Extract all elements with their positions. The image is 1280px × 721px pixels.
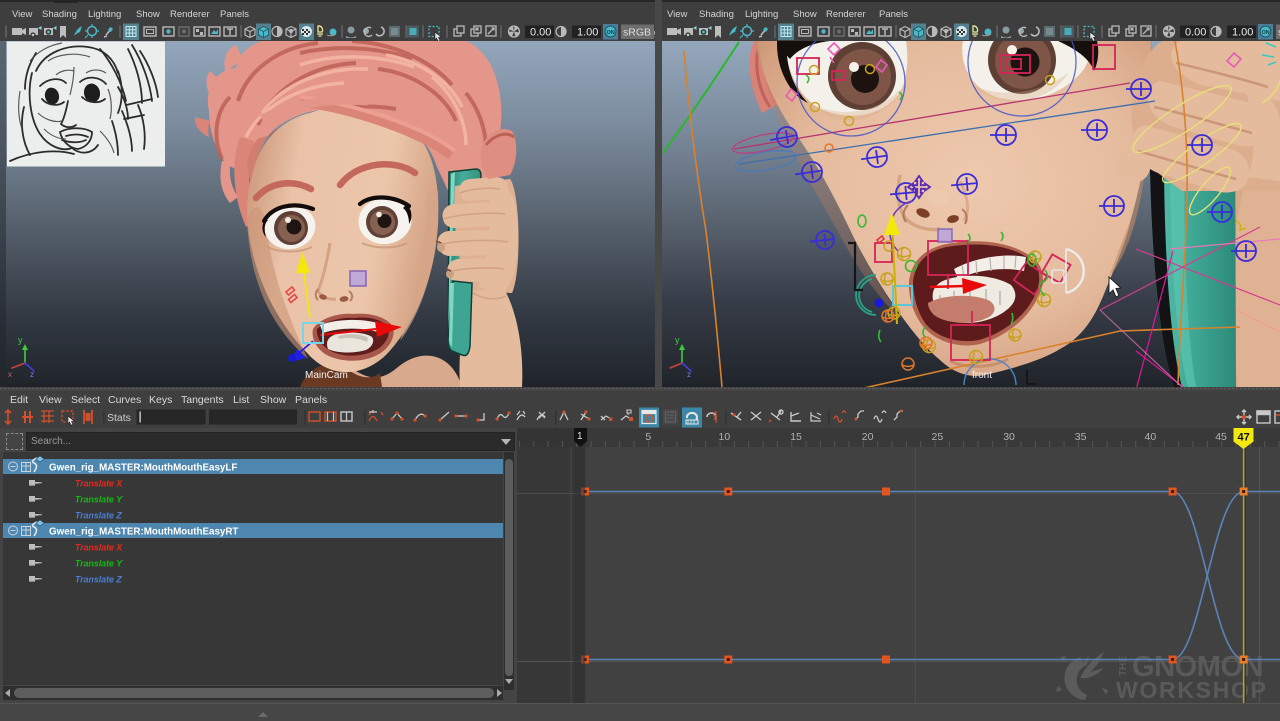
svg-text:45: 45 — [1215, 431, 1227, 443]
svg-text:Translate Y: Translate Y — [75, 495, 123, 505]
svg-text:20: 20 — [862, 431, 874, 443]
svg-text:25: 25 — [932, 431, 944, 443]
svg-text:Gwen_rig_MASTER:MouthMouthEasy: Gwen_rig_MASTER:MouthMouthEasyLF — [49, 463, 237, 474]
svg-text:z: z — [30, 370, 34, 379]
svg-text:Translate Y: Translate Y — [75, 559, 123, 569]
svg-text:MainCam: MainCam — [305, 370, 348, 381]
svg-text:40: 40 — [1145, 431, 1157, 443]
svg-text:front: front — [972, 370, 992, 381]
svg-text:15: 15 — [790, 431, 802, 443]
svg-text:30: 30 — [1003, 431, 1015, 443]
svg-text:Translate X: Translate X — [75, 543, 123, 553]
svg-text:47: 47 — [1238, 432, 1250, 444]
svg-text:5: 5 — [645, 431, 651, 443]
svg-text:10: 10 — [719, 431, 731, 443]
svg-text:z: z — [687, 370, 691, 379]
svg-text:1: 1 — [577, 431, 583, 442]
svg-text:Translate Z: Translate Z — [75, 575, 122, 585]
svg-text:Stats: Stats — [107, 412, 131, 424]
svg-text:Gwen_rig_MASTER:MouthMouthEasy: Gwen_rig_MASTER:MouthMouthEasyRT — [49, 527, 238, 538]
svg-text:x: x — [8, 370, 12, 379]
svg-text:Translate Z: Translate Z — [75, 511, 122, 521]
svg-text:y: y — [675, 335, 680, 345]
svg-text:35: 35 — [1075, 431, 1087, 443]
svg-text:y: y — [18, 335, 23, 345]
svg-text:Translate X: Translate X — [75, 479, 123, 489]
